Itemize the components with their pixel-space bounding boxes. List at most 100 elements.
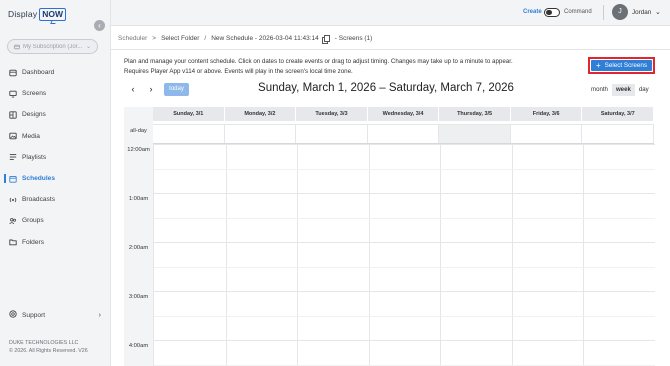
sidebar-item-designs[interactable]: Designs <box>0 104 111 125</box>
allday-row <box>153 124 655 144</box>
allday-cell[interactable] <box>510 124 583 143</box>
groups-icon <box>9 217 17 225</box>
hour-line <box>154 193 655 194</box>
breadcrumb-separator: / <box>204 34 207 42</box>
day-header[interactable]: Wednesday, 3/4 <box>368 107 440 121</box>
day-column-divider <box>225 144 227 366</box>
collapse-sidebar-button[interactable]: ‹ <box>94 20 105 31</box>
breadcrumb-separator: > <box>152 34 157 42</box>
day-header[interactable]: Tuesday, 3/3 <box>296 107 368 121</box>
day-header[interactable]: Monday, 3/2 <box>225 107 297 121</box>
sidebar-item-label: Broadcasts <box>22 196 55 204</box>
time-label: 1:00am <box>128 196 149 202</box>
monitor-icon <box>9 90 17 98</box>
subscription-select-value: My Subscription (Jor... <box>23 43 83 50</box>
prev-week-button[interactable]: ‹ <box>128 84 138 94</box>
brand-logo[interactable]: Display NOW <box>8 6 67 22</box>
view-day-button[interactable]: day <box>635 84 653 96</box>
chevron-down-icon[interactable]: ⌄ <box>655 8 661 16</box>
divider <box>603 5 604 20</box>
half-hour-line <box>154 266 655 268</box>
playlist-icon <box>9 153 17 161</box>
chevron-down-icon: ⌄ <box>85 44 91 50</box>
breadcrumb-schedule-name[interactable]: New Schedule - 2026-03-04 11:43:14 <box>211 35 319 42</box>
day-header[interactable]: Saturday, 3/7 <box>582 107 655 121</box>
chevron-right-icon: › <box>98 311 101 319</box>
day-header[interactable]: Thursday, 3/5 <box>439 107 511 121</box>
select-screens-button-body[interactable]: + Select Screens <box>591 60 652 71</box>
broadcast-icon <box>9 196 17 204</box>
half-hour-line <box>154 217 655 219</box>
allday-cell[interactable] <box>224 124 297 143</box>
sidebar-item-label: Media <box>22 132 40 140</box>
sidebar-item-folders[interactable]: Folders <box>0 232 111 253</box>
day-header[interactable]: Friday, 3/6 <box>511 107 583 121</box>
view-week-button[interactable]: week <box>611 84 635 96</box>
sidebar-item-label: Dashboard <box>22 69 55 77</box>
time-label: 12:00am <box>127 147 150 153</box>
allday-label: all-day <box>130 128 147 134</box>
description-line-1: Plan and manage your content schedule. C… <box>124 58 513 65</box>
header-divider <box>111 49 670 50</box>
sidebar-item-dashboard[interactable]: Dashboard <box>0 62 111 83</box>
day-header-row: Sunday, 3/1 Monday, 3/2 Tuesday, 3/3 Wed… <box>153 107 655 121</box>
allday-cell[interactable] <box>296 124 368 143</box>
sidebar-item-label: Playlists <box>22 153 47 161</box>
view-switcher: month week day <box>587 84 653 96</box>
mode-toggle[interactable] <box>544 8 560 17</box>
create-mode-label[interactable]: Create <box>523 9 542 15</box>
sidebar-item-label: Groups <box>22 217 44 225</box>
sidebar-footer: DUKE TECHNOLOGIES LLC © 2026. All Rights… <box>9 340 88 355</box>
sidebar: Display NOW ‹ My Subscription (Jor... ⌄ … <box>0 0 111 366</box>
select-screens-button[interactable]: + Select Screens <box>588 57 655 74</box>
command-mode-label[interactable]: Command <box>564 9 592 15</box>
time-label: 4:00am <box>128 343 149 349</box>
footer-company: DUKE TECHNOLOGIES LLC <box>9 340 79 346</box>
sidebar-item-label: Schedules <box>22 175 55 183</box>
user-name[interactable]: Jordan <box>632 9 651 16</box>
top-bar: Create Command J Jordan ⌄ <box>111 0 670 26</box>
breadcrumb: Scheduler > Select Folder / New Schedule… <box>118 33 373 44</box>
week-calendar: Sunday, 3/1 Monday, 3/2 Tuesday, 3/3 Wed… <box>124 107 655 366</box>
designs-icon <box>9 111 17 119</box>
support-label: Support <box>22 311 46 319</box>
sidebar-item-media[interactable]: Media <box>0 126 111 147</box>
support-icon <box>9 310 17 320</box>
breadcrumb-select-folder[interactable]: Select Folder <box>161 35 199 42</box>
time-label: 3:00am <box>128 294 149 300</box>
subscription-icon <box>14 44 20 49</box>
allday-cell[interactable] <box>582 124 655 143</box>
copy-icon[interactable] <box>321 34 331 44</box>
calendar-icon <box>9 175 17 183</box>
hour-line <box>154 291 655 292</box>
allday-cell-today[interactable] <box>439 124 511 143</box>
avatar[interactable]: J <box>612 4 628 20</box>
breadcrumb-screens-count[interactable]: - Screens (1) <box>335 35 373 42</box>
hour-line <box>154 242 655 243</box>
time-slots-area[interactable] <box>153 144 655 366</box>
folder-icon <box>9 238 17 246</box>
view-month-button[interactable]: month <box>587 84 612 96</box>
sidebar-item-groups[interactable]: Groups <box>0 210 111 231</box>
sidebar-item-screens[interactable]: Screens <box>0 83 111 104</box>
allday-cell[interactable] <box>367 124 440 143</box>
sidebar-item-playlists[interactable]: Playlists <box>0 147 111 168</box>
sidebar-nav: Dashboard Screens Designs Media Playlist… <box>0 62 111 253</box>
allday-cell[interactable] <box>153 124 225 143</box>
support-menu[interactable]: Support › <box>9 309 101 321</box>
day-column-divider <box>583 144 585 366</box>
subscription-select[interactable]: My Subscription (Jor... ⌄ <box>7 39 98 54</box>
day-header[interactable]: Sunday, 3/1 <box>153 107 225 121</box>
page-description: Plan and manage your content schedule. C… <box>124 57 513 77</box>
breadcrumb-scheduler[interactable]: Scheduler <box>118 35 147 42</box>
sidebar-item-broadcasts[interactable]: Broadcasts <box>0 189 111 210</box>
sidebar-item-schedules[interactable]: Schedules <box>0 168 111 189</box>
next-week-button[interactable]: › <box>146 84 156 94</box>
brand-logo-text: Display <box>8 9 38 19</box>
half-hour-line <box>154 315 655 317</box>
footer-copyright: © 2026. All Rights Reserved. V26 <box>9 347 88 354</box>
day-column-divider <box>511 144 513 366</box>
half-hour-line <box>154 168 655 170</box>
sidebar-item-label: Folders <box>22 238 44 246</box>
time-label: 2:00am <box>128 245 149 251</box>
